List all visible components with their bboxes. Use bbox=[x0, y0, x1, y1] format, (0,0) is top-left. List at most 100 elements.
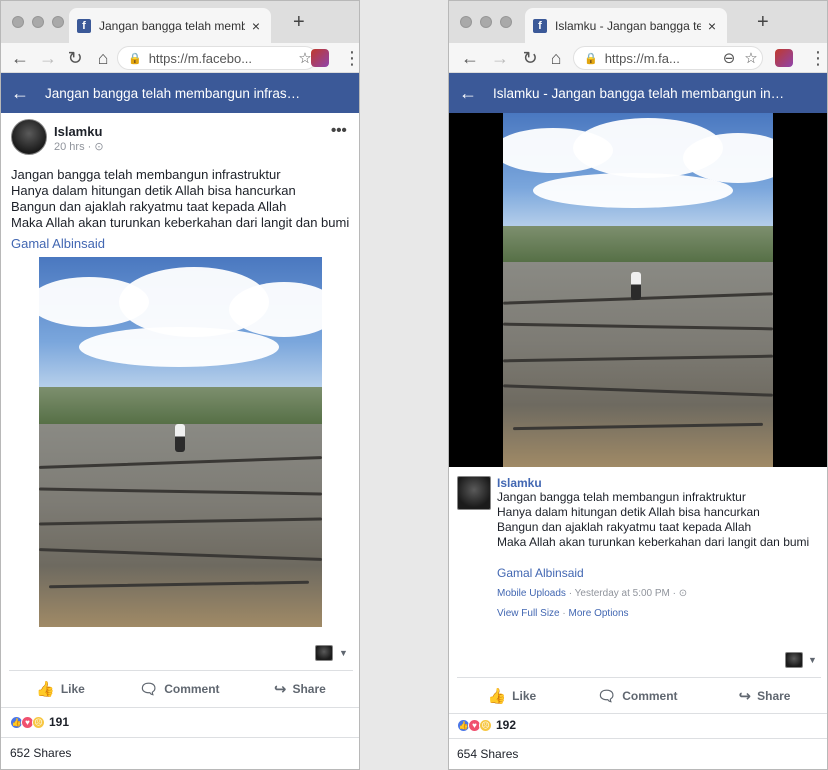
action-bar: 👍 Like 🗨 Comment ↪ Share bbox=[9, 670, 353, 706]
share-label: Share bbox=[757, 688, 791, 703]
share-label: Share bbox=[292, 681, 326, 696]
close-window-button[interactable] bbox=[460, 16, 472, 28]
home-button[interactable]: ⌂ bbox=[92, 47, 114, 69]
close-tab-icon[interactable]: × bbox=[249, 18, 263, 34]
extension-icon[interactable] bbox=[311, 49, 329, 67]
header-title: Jangan bangga telah membangun infras… bbox=[45, 85, 301, 101]
extension-icon[interactable] bbox=[775, 49, 793, 67]
photo-viewer: Islamku Jangan bangga telah membangun in… bbox=[449, 113, 827, 769]
home-button[interactable]: ⌂ bbox=[545, 47, 567, 69]
post-line: Hanya dalam hitungan detik Allah bisa ha… bbox=[11, 183, 296, 198]
avatar[interactable] bbox=[11, 119, 47, 155]
post-photo[interactable] bbox=[39, 257, 322, 627]
facebook-header: ← Islamku - Jangan bangga telah membangu… bbox=[449, 73, 827, 113]
post-time: · Yesterday at 5:00 PM · ⊙ bbox=[565, 588, 688, 599]
browser-tab[interactable]: f Islamku - Jangan bangga telah × bbox=[525, 8, 727, 43]
comment-bubble-icon: 🗨 bbox=[597, 687, 617, 705]
new-tab-button[interactable]: + bbox=[293, 11, 305, 33]
minimize-window-button[interactable] bbox=[32, 16, 44, 28]
post-text: Jangan bangga telah membangun infrastruk… bbox=[11, 167, 349, 231]
post-line: Maka Allah akan turunkan keberkahan dari… bbox=[497, 535, 810, 549]
maximize-window-button[interactable] bbox=[500, 16, 512, 28]
share-button[interactable]: ↪ Share bbox=[739, 687, 791, 705]
window-controls bbox=[12, 16, 64, 28]
reload-button[interactable]: ↻ bbox=[519, 47, 541, 69]
reaction-count: 192 bbox=[496, 718, 517, 732]
share-button[interactable]: ↪ Share bbox=[274, 680, 326, 698]
back-button[interactable]: ← bbox=[9, 47, 31, 69]
kebab-menu-icon[interactable]: ⋮ bbox=[343, 47, 359, 69]
viewer-avatar[interactable] bbox=[315, 645, 333, 661]
post-photo[interactable] bbox=[503, 113, 773, 467]
lock-icon: 🔒 bbox=[128, 52, 142, 65]
chevron-down-icon[interactable]: ▼ bbox=[339, 648, 348, 658]
like-label: Like bbox=[512, 688, 537, 703]
post-line: Maka Allah akan turunkan keberkahan dari… bbox=[11, 215, 350, 230]
browser-toolbar: ← → ↻ ⌂ 🔒 https://m.facebo... ☆ ⋮ bbox=[1, 43, 359, 73]
tab-title: Jangan bangga telah membang bbox=[99, 18, 245, 33]
viewer-avatar[interactable] bbox=[785, 652, 803, 668]
author-name[interactable]: Islamku bbox=[497, 476, 542, 490]
maximize-window-button[interactable] bbox=[52, 16, 64, 28]
back-button[interactable]: ← bbox=[459, 47, 481, 69]
like-button[interactable]: 👍 Like bbox=[36, 680, 85, 698]
share-arrow-icon: ↪ bbox=[738, 687, 752, 705]
reload-button[interactable]: ↻ bbox=[64, 47, 86, 69]
author-link[interactable]: Gamal Albinsaid bbox=[497, 566, 584, 580]
browser-window-left: f Jangan bangga telah membang × + ← → ↻ … bbox=[0, 0, 360, 770]
zoom-out-icon[interactable]: ⊖ bbox=[718, 49, 740, 67]
post-line: Bangun dan ajaklah rakyatmu taat kepada … bbox=[497, 520, 752, 534]
minimize-window-button[interactable] bbox=[480, 16, 492, 28]
kebab-menu-icon[interactable]: ⋮ bbox=[809, 47, 827, 69]
back-arrow-icon[interactable]: ← bbox=[11, 83, 31, 104]
shares-count[interactable]: 654 Shares bbox=[457, 747, 518, 761]
header-title: Islamku - Jangan bangga telah membangun … bbox=[493, 85, 785, 101]
close-window-button[interactable] bbox=[12, 16, 24, 28]
post-text: Jangan bangga telah membangun infraktruk… bbox=[497, 490, 809, 550]
tab-strip: f Islamku - Jangan bangga telah × + bbox=[449, 1, 827, 43]
window-controls bbox=[460, 16, 512, 28]
action-bar: 👍 Like 🗨 Comment ↪ Share bbox=[457, 677, 821, 713]
address-bar[interactable]: 🔒 https://m.fa... ⊖ ☆ bbox=[573, 46, 763, 70]
back-arrow-icon[interactable]: ← bbox=[459, 83, 479, 104]
facebook-header: ← Jangan bangga telah membangun infras… bbox=[1, 73, 359, 113]
reactions-summary[interactable]: 👍 ♥ ☹ 192 bbox=[457, 718, 516, 732]
sad-reaction-icon: ☹ bbox=[479, 718, 492, 732]
forward-button[interactable]: → bbox=[489, 47, 511, 69]
separator: · bbox=[559, 608, 569, 619]
comment-button[interactable]: 🗨 Comment bbox=[139, 680, 219, 698]
post-line: Bangun dan ajaklah rakyatmu taat kepada … bbox=[11, 199, 287, 214]
forward-button[interactable]: → bbox=[37, 47, 59, 69]
post-line: Hanya dalam hitungan detik Allah bisa ha… bbox=[497, 505, 760, 519]
comment-label: Comment bbox=[622, 688, 678, 703]
view-full-size-link[interactable]: View Full Size bbox=[497, 608, 560, 619]
address-bar[interactable]: 🔒 https://m.facebo... ☆ bbox=[117, 46, 317, 70]
url-text[interactable]: https://m.fa... bbox=[605, 51, 718, 66]
comment-label: Comment bbox=[164, 681, 220, 696]
avatar[interactable] bbox=[457, 476, 491, 510]
chevron-down-icon[interactable]: ▼ bbox=[808, 655, 817, 665]
author-link[interactable]: Gamal Albinsaid bbox=[11, 236, 105, 252]
facebook-favicon-icon: f bbox=[77, 18, 91, 33]
comment-button[interactable]: 🗨 Comment bbox=[597, 687, 677, 705]
reactions-summary[interactable]: 👍 ♥ ☹ 191 bbox=[10, 715, 69, 729]
bookmark-star-icon[interactable]: ☆ bbox=[740, 49, 762, 67]
new-tab-button[interactable]: + bbox=[757, 11, 769, 33]
share-arrow-icon: ↪ bbox=[273, 680, 287, 698]
like-thumb-icon: 👍 bbox=[487, 687, 507, 705]
close-tab-icon[interactable]: × bbox=[705, 18, 719, 34]
comment-bubble-icon: 🗨 bbox=[139, 680, 159, 698]
album-link[interactable]: Mobile Uploads bbox=[497, 588, 566, 599]
url-text[interactable]: https://m.facebo... bbox=[149, 51, 294, 66]
more-options-link[interactable]: More Options bbox=[569, 608, 629, 619]
reaction-count: 191 bbox=[49, 715, 70, 729]
post-time[interactable]: 20 hrs · ⊙ bbox=[54, 140, 104, 153]
browser-tab[interactable]: f Jangan bangga telah membang × bbox=[69, 8, 271, 43]
post-line: Jangan bangga telah membangun infraktruk… bbox=[497, 490, 746, 504]
more-options-icon[interactable]: ••• bbox=[331, 122, 347, 139]
browser-toolbar: ← → ↻ ⌂ 🔒 https://m.fa... ⊖ ☆ ⋮ bbox=[449, 43, 827, 73]
author-name[interactable]: Islamku bbox=[54, 124, 102, 139]
like-button[interactable]: 👍 Like bbox=[487, 687, 536, 705]
shares-count[interactable]: 652 Shares bbox=[10, 746, 71, 760]
photo-options: View Full Size · More Options bbox=[497, 608, 629, 619]
